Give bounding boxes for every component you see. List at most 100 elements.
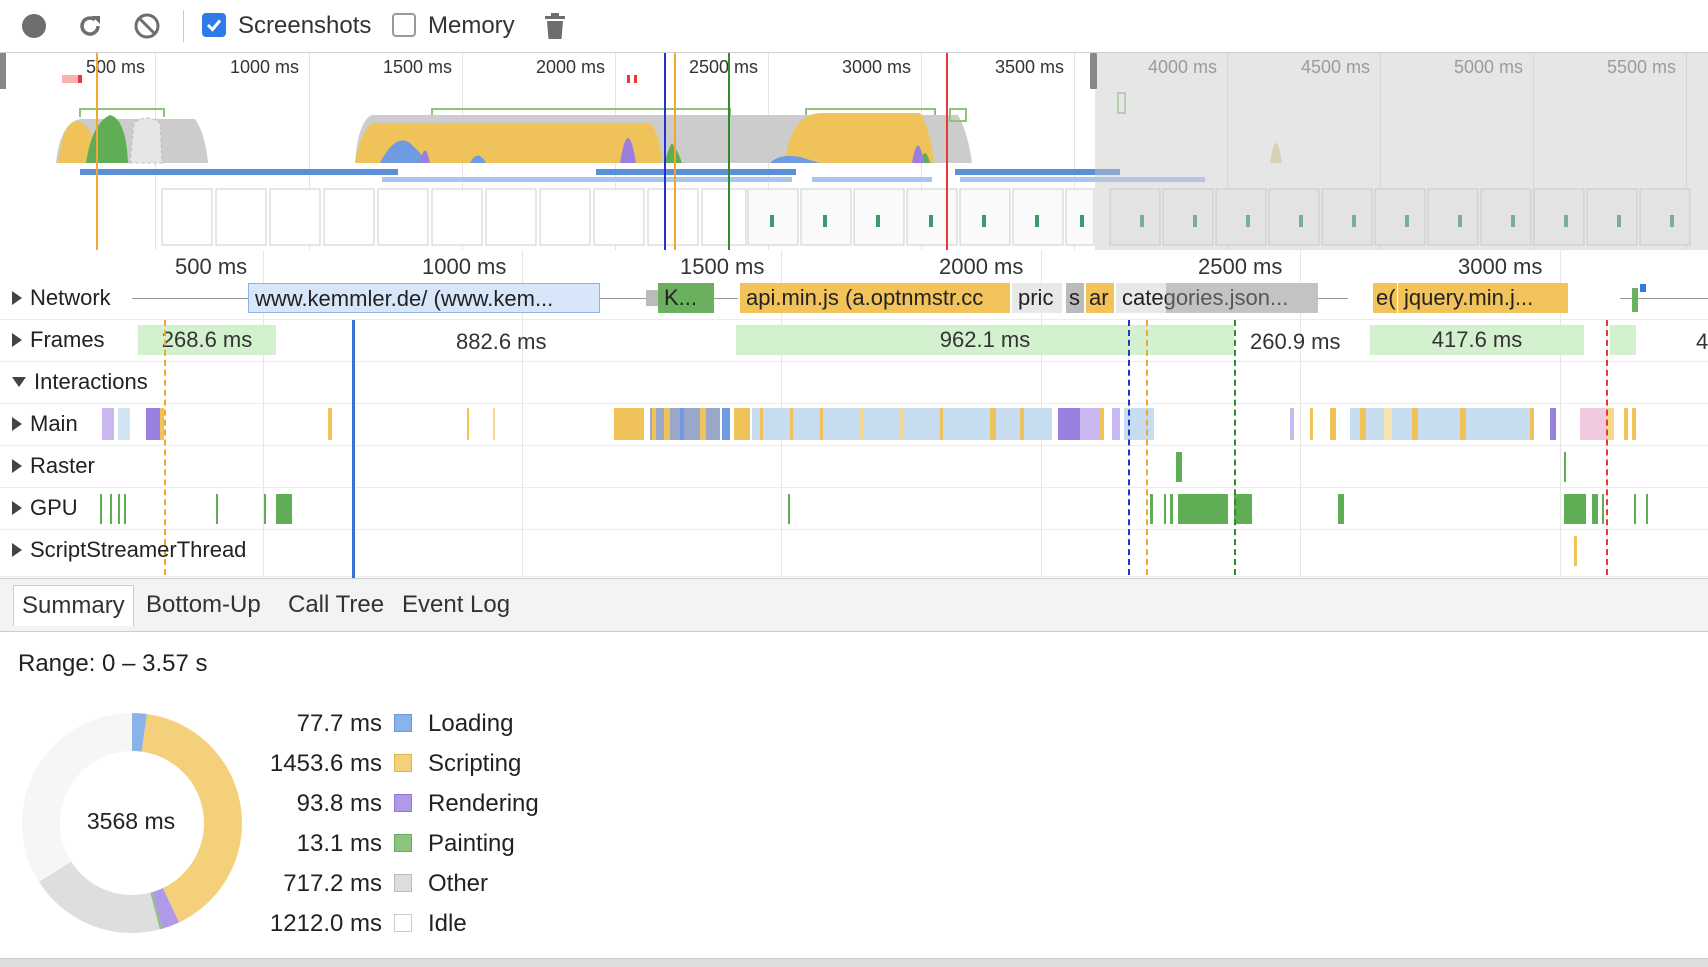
summary-value: 717.2 ms [283,870,382,897]
network-request[interactable]: www.kemmler.de/ (www.kem... [248,283,600,313]
overview-right-handle[interactable] [1090,53,1097,89]
screenshots-label[interactable]: Screenshots [238,12,371,40]
tab-event-log[interactable]: Event Log [402,591,510,619]
summary-row-other: 717.2 ms Other [240,870,640,906]
interactions-track[interactable]: Interactions [0,362,1708,404]
gpu-track[interactable]: GPU [0,488,1708,530]
clear-icon [134,13,160,39]
gpu-activity [100,494,1648,524]
marker-blue [1128,320,1130,575]
frame[interactable] [1610,325,1636,355]
network-track[interactable]: Network www.kemmler.de/ (www.kem... K...… [0,278,1708,320]
ruler-tick: 1000 ms [422,254,507,279]
frame[interactable]: 4 [1696,329,1708,355]
reload-button[interactable] [74,10,106,42]
marker-green [1234,320,1236,575]
overview-unselected-region [1095,53,1708,250]
marker-red [1606,320,1608,575]
expand-triangle-icon[interactable] [12,543,22,557]
ruler-tick: 500 ms [175,254,248,279]
network-request[interactable]: pric [1012,283,1062,313]
network-request[interactable]: ar [1086,283,1114,313]
overview-marker-red [946,53,948,250]
trash-button[interactable] [539,10,571,42]
frame[interactable]: 882.6 ms [456,329,547,355]
ruler-tick: 2000 ms [939,254,1024,279]
network-request[interactable]: api.min.js (a.optnmstr.cc [740,283,1010,313]
timeline-overview[interactable]: 500 ms 1000 ms 1500 ms 2000 ms 2500 ms 3… [0,53,1708,252]
network-request[interactable]: jquery.min.j... [1398,283,1568,313]
clear-button[interactable] [131,10,163,42]
summary-label: Scripting [428,750,522,777]
main-thread-flame-summary [102,408,1636,440]
summary-total: 3568 ms [86,808,176,834]
summary-value: 93.8 ms [296,790,382,817]
summary-value: 77.7 ms [296,710,382,737]
frame[interactable]: 417.6 ms [1370,325,1584,355]
idle-swatch [394,914,412,932]
summary-range: Range: 0 – 3.57 s [18,650,208,677]
summary-label: Painting [428,830,515,857]
script-streamer-track-header[interactable]: ScriptStreamerThread [12,537,246,563]
timeline-ruler: 500 ms 1000 ms 1500 ms 2000 ms 2500 ms 3… [0,250,1708,280]
collapse-triangle-icon[interactable] [12,377,26,387]
trash-icon [545,13,565,39]
summary-value: 1212.0 ms [269,910,382,937]
frames-track[interactable]: Frames 268.6 ms 882.6 ms 962.1 ms 260.9 … [0,320,1708,362]
rendering-swatch [394,794,412,812]
raster-track-header[interactable]: Raster [12,453,95,479]
record-icon [22,14,46,38]
summary-label: Idle [428,910,467,937]
overview-marker-green [728,53,730,250]
other-swatch [394,874,412,892]
summary-label: Rendering [428,790,539,817]
scripting-swatch [394,754,412,772]
summary-row-scripting: 1453.6 ms Scripting [240,750,640,786]
ruler-tick: 1500 ms [680,254,765,279]
overview-left-handle[interactable] [0,53,6,89]
gpu-track-header[interactable]: GPU [12,495,78,521]
frame[interactable]: 260.9 ms [1250,329,1341,355]
main-track-header[interactable]: Main [12,411,78,437]
expand-triangle-icon[interactable] [12,417,22,431]
expand-triangle-icon[interactable] [12,501,22,515]
tab-bottom-up[interactable]: Bottom-Up [146,591,261,619]
overview-marker-blue [664,53,666,250]
script-streamer-track[interactable]: ScriptStreamerThread [0,530,1708,577]
interactions-track-header[interactable]: Interactions [12,369,148,395]
expand-triangle-icon[interactable] [12,459,22,473]
tab-call-tree[interactable]: Call Tree [288,591,384,619]
tab-summary[interactable]: Summary [13,585,134,626]
memory-label[interactable]: Memory [428,12,515,40]
main-thread-track[interactable]: Main [0,404,1708,446]
painting-swatch [394,834,412,852]
network-track-header[interactable]: Network [12,285,111,311]
summary-label: Loading [428,710,514,737]
frame[interactable]: 962.1 ms [736,325,1234,355]
raster-track[interactable]: Raster [0,446,1708,488]
expand-triangle-icon[interactable] [12,291,22,305]
checkmark-icon [206,19,222,32]
reload-icon [80,16,100,36]
network-request[interactable]: K... [658,283,714,313]
summary-row-painting: 13.1 ms Painting [240,830,640,866]
frame[interactable]: 268.6 ms [138,325,276,355]
expand-triangle-icon[interactable] [12,333,22,347]
summary-value: 1453.6 ms [269,750,382,777]
summary-row-rendering: 93.8 ms Rendering [240,790,640,826]
network-request[interactable]: s [1066,283,1084,313]
summary-row-idle: 1212.0 ms Idle [240,910,640,946]
summary-value: 13.1 ms [296,830,382,857]
record-button[interactable] [18,10,50,42]
toolbar: Screenshots Memory [0,0,1708,53]
frames-track-header[interactable]: Frames [12,327,105,353]
ruler-tick: 2500 ms [1198,254,1283,279]
network-request[interactable]: e( [1373,283,1397,313]
overview-marker-orange [96,53,98,250]
overview-marker-orange [674,53,676,250]
selection-cursor[interactable] [352,320,355,578]
details-tabs: Summary Bottom-Up Call Tree Event Log [0,578,1708,632]
screenshots-checkbox[interactable] [202,13,226,37]
memory-checkbox[interactable] [392,13,416,37]
summary-label: Other [428,870,489,897]
